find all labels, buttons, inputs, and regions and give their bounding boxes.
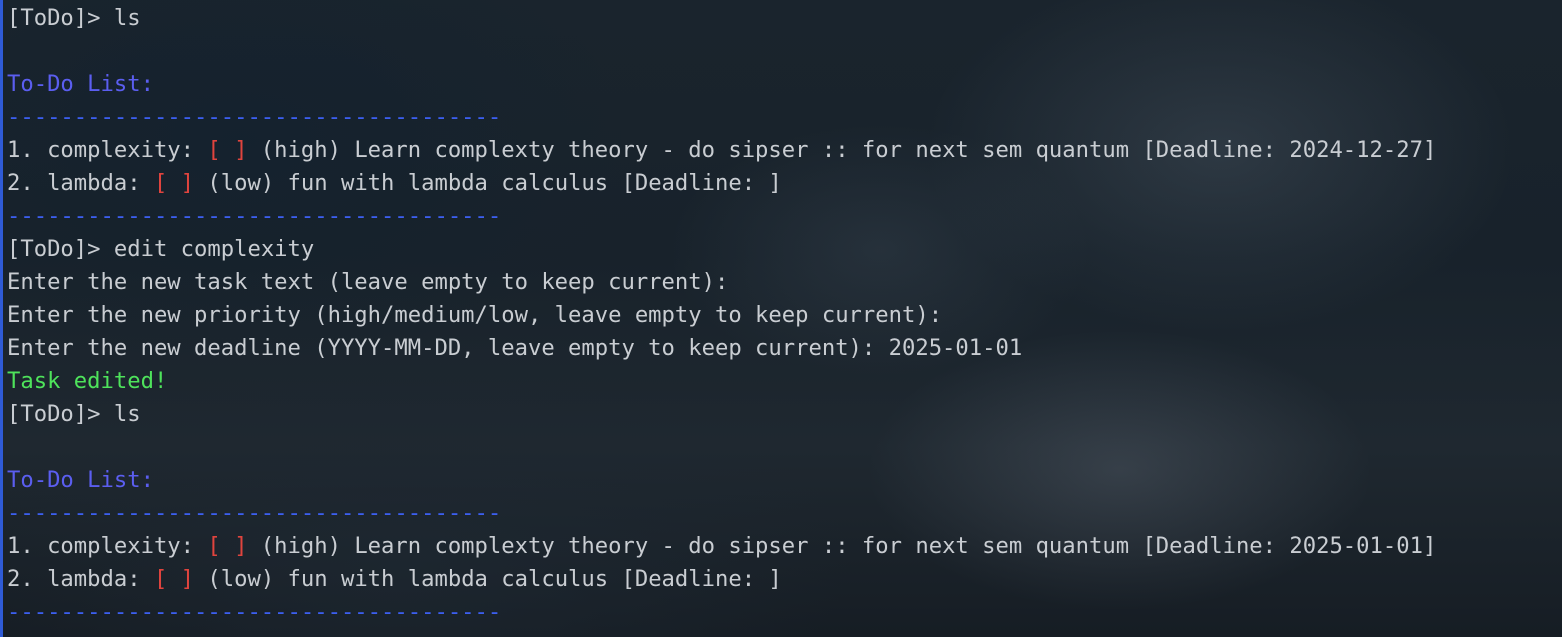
separator-line: ------------------------------------- xyxy=(7,104,502,130)
task-number: 1. xyxy=(7,137,48,163)
prompt-line: [ToDo]> ls xyxy=(7,2,141,35)
task-line: 1. complexity: [ ] (high) Learn complext… xyxy=(7,134,1436,167)
task-checkbox: [ ] xyxy=(153,170,195,196)
success-message: Task edited! xyxy=(7,368,168,394)
task-line: 2. lambda: [ ] (low) fun with lambda cal… xyxy=(7,167,782,200)
task-tag: complexity: xyxy=(47,137,208,163)
task-tag: lambda: xyxy=(47,566,154,592)
terminal-left-border xyxy=(0,0,3,637)
output-line: Enter the new priority (high/medium/low,… xyxy=(7,302,943,328)
task-line: 1. complexity: [ ] (high) Learn complext… xyxy=(7,530,1436,563)
task-tag: lambda: xyxy=(47,170,154,196)
todo-list-heading: To-Do List: xyxy=(7,467,154,493)
task-description: (low) fun with lambda calculus [Deadline… xyxy=(194,566,782,592)
todo-list-heading: To-Do List: xyxy=(7,71,154,97)
task-line: 2. lambda: [ ] (low) fun with lambda cal… xyxy=(7,563,782,596)
terminal-window[interactable]: [ToDo]> ls To-Do List: -----------------… xyxy=(0,0,1562,637)
task-description: (low) fun with lambda calculus [Deadline… xyxy=(194,170,782,196)
prompt: [ToDo]> xyxy=(7,5,114,31)
separator-line: ------------------------------------- xyxy=(7,500,502,526)
separator-line: ------------------------------------- xyxy=(7,203,502,229)
task-description: (high) Learn complexty theory - do sipse… xyxy=(247,137,1437,163)
task-number: 2. xyxy=(7,170,48,196)
task-number: 1. xyxy=(7,533,48,559)
prompt: [ToDo]> xyxy=(7,236,114,262)
command-text: ls xyxy=(113,401,141,427)
prompt-line: [ToDo]> ls xyxy=(7,398,141,431)
output-line: Enter the new deadline (YYYY-MM-DD, leav… xyxy=(7,335,1023,361)
command-text: edit complexity xyxy=(113,236,315,262)
task-tag: complexity: xyxy=(47,533,208,559)
task-checkbox: [ ] xyxy=(207,533,248,559)
prompt-line: [ToDo]> edit complexity xyxy=(7,233,314,266)
task-checkbox: [ ] xyxy=(207,137,248,163)
separator-line: ------------------------------------- xyxy=(7,599,502,625)
command-text: ls xyxy=(113,5,141,31)
task-description: (high) Learn complexty theory - do sipse… xyxy=(247,533,1437,559)
prompt: [ToDo]> xyxy=(7,401,114,427)
output-line: Enter the new task text (leave empty to … xyxy=(7,269,729,295)
task-number: 2. xyxy=(7,566,48,592)
task-checkbox: [ ] xyxy=(153,566,195,592)
